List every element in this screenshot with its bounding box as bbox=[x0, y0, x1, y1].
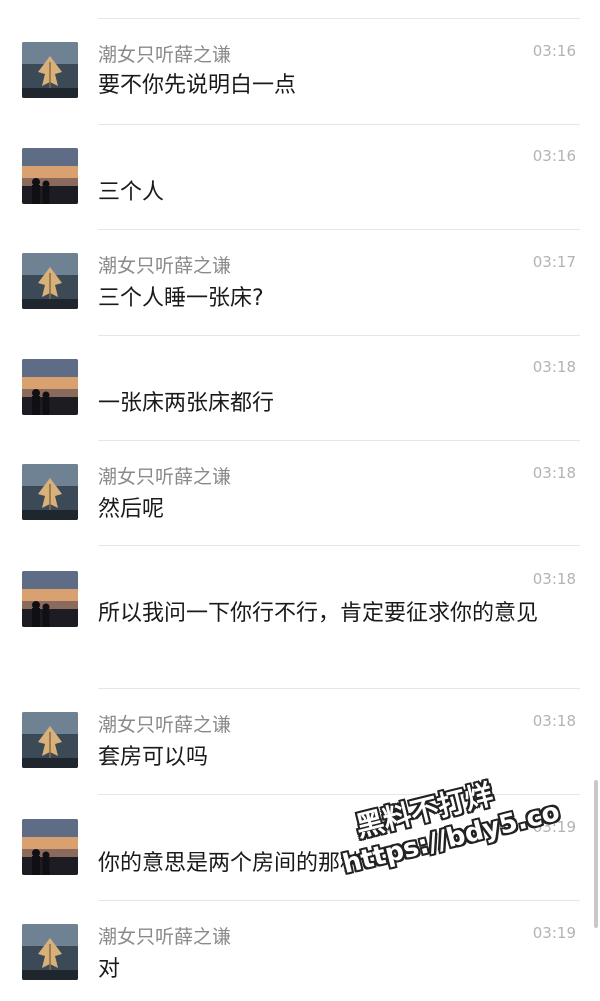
message-timestamp: 03:18 bbox=[532, 464, 576, 482]
message-text: 然后呢 bbox=[98, 497, 165, 522]
leaf-avatar-icon[interactable] bbox=[22, 712, 78, 768]
divider bbox=[98, 794, 580, 795]
message-timestamp: 03:18 bbox=[532, 570, 576, 588]
message-text: 你的意思是两个房间的那种 bbox=[98, 851, 363, 876]
divider bbox=[98, 545, 580, 546]
sunset-avatar-icon[interactable] bbox=[22, 359, 78, 415]
message-text: 要不你先说明白一点 bbox=[98, 73, 297, 98]
leaf-avatar-icon[interactable] bbox=[22, 253, 78, 309]
divider bbox=[98, 688, 580, 689]
message-timestamp: 03:19 bbox=[532, 818, 576, 836]
message-text: 三个人 bbox=[98, 180, 165, 205]
leaf-avatar-icon[interactable] bbox=[22, 42, 78, 98]
chat-message-list: 潮女只听薛之谦 03:16 要不你先说明白一点 03:16 三个人 潮女只听薛之… bbox=[0, 0, 600, 1001]
sender-name: 潮女只听薛之谦 bbox=[98, 926, 232, 948]
sunset-avatar-icon[interactable] bbox=[22, 571, 78, 627]
sunset-avatar-icon[interactable] bbox=[22, 819, 78, 875]
divider bbox=[98, 18, 580, 19]
leaf-avatar-icon[interactable] bbox=[22, 924, 78, 980]
sender-name: 潮女只听薛之谦 bbox=[98, 466, 232, 488]
sunset-avatar-icon[interactable] bbox=[22, 148, 78, 204]
message-timestamp: 03:18 bbox=[532, 712, 576, 730]
divider bbox=[98, 229, 580, 230]
message-text: 套房可以吗 bbox=[98, 745, 209, 770]
sender-name: 潮女只听薛之谦 bbox=[98, 714, 232, 736]
scrollbar[interactable] bbox=[594, 780, 598, 928]
divider bbox=[98, 440, 580, 441]
message-text: 三个人睡一张床? bbox=[98, 286, 264, 311]
message-timestamp: 03:18 bbox=[532, 358, 576, 376]
message-text: 对 bbox=[98, 957, 121, 982]
divider bbox=[98, 900, 580, 901]
leaf-avatar-icon[interactable] bbox=[22, 464, 78, 520]
message-timestamp: 03:17 bbox=[532, 253, 576, 271]
message-text: 所以我问一下你行不行，肯定要征求你的意见 bbox=[98, 601, 539, 626]
message-timestamp: 03:16 bbox=[532, 147, 576, 165]
divider bbox=[98, 335, 580, 336]
sender-name: 潮女只听薛之谦 bbox=[98, 255, 232, 277]
sender-name: 潮女只听薛之谦 bbox=[98, 44, 232, 66]
message-timestamp: 03:19 bbox=[532, 924, 576, 942]
message-timestamp: 03:16 bbox=[532, 42, 576, 60]
divider bbox=[98, 124, 580, 125]
message-text: 一张床两张床都行 bbox=[98, 391, 275, 416]
